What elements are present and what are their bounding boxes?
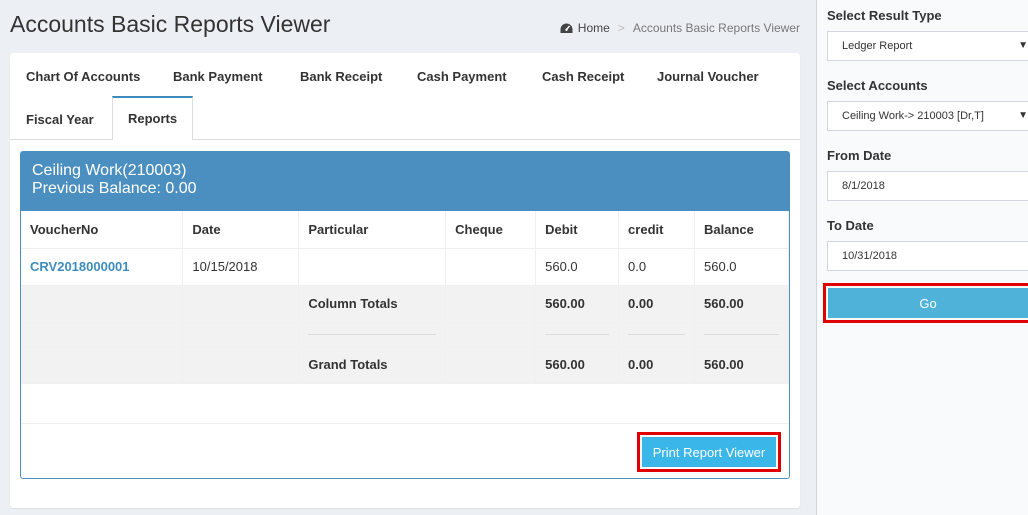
- column-totals-balance: 560.00: [694, 285, 789, 323]
- grand-totals-row: Grand Totals 560.00 0.00 560.00: [21, 346, 789, 384]
- credit-cell: 0.0: [618, 248, 695, 286]
- cheque-cell: [445, 248, 537, 286]
- breadcrumb-current: Accounts Basic Reports Viewer: [632, 21, 800, 35]
- page-title: Accounts Basic Reports Viewer: [10, 11, 331, 37]
- debit-cell: 560.0: [535, 248, 620, 286]
- tab-bank-receipt[interactable]: Bank Receipt: [285, 55, 397, 98]
- column-header: VoucherNo: [21, 211, 184, 249]
- column-totals-debit: 560.00: [535, 285, 620, 323]
- sidebar: Select Result Type Ledger Report ▼ Selec…: [816, 0, 1028, 515]
- tab-fiscal-year[interactable]: Fiscal Year: [11, 98, 109, 141]
- date-cell: 10/15/2018: [182, 248, 300, 286]
- accounts-select[interactable]: Ceiling Work-> 210003 [Dr,T] ▼: [827, 101, 1028, 131]
- column-header: Particular: [298, 211, 447, 249]
- report-panel: Ceiling Work(210003) Previous Balance: 0…: [20, 151, 790, 479]
- table-row: CRV2018000001 10/15/2018 560.0 0.0 560.0: [21, 248, 789, 286]
- breadcrumb-home[interactable]: Home: [560, 21, 610, 35]
- empty-row: [21, 383, 789, 424]
- grand-totals-label: Grand Totals: [298, 346, 447, 384]
- grand-totals-debit: 560.00: [535, 346, 620, 384]
- totals-divider-row: [21, 322, 789, 347]
- column-totals-label: Column Totals: [298, 285, 447, 323]
- breadcrumb: Home > Accounts Basic Reports Viewer: [560, 21, 800, 35]
- breadcrumb-home-label: Home: [577, 21, 610, 35]
- tab-chart-of-accounts[interactable]: Chart Of Accounts: [11, 55, 155, 98]
- breadcrumb-separator: >: [617, 21, 625, 35]
- from-date-input[interactable]: 8/1/2018: [827, 171, 1028, 201]
- tab-reports[interactable]: Reports: [112, 96, 194, 140]
- column-header: Cheque: [445, 211, 537, 249]
- tab-cash-payment[interactable]: Cash Payment: [402, 55, 522, 98]
- previous-balance: Previous Balance: 0.00: [32, 180, 197, 197]
- column-header: credit: [618, 211, 695, 249]
- tab-cash-receipt[interactable]: Cash Receipt: [527, 55, 639, 98]
- to-date-label: To Date: [827, 218, 874, 233]
- go-button-highlight: Go: [823, 283, 1028, 323]
- to-date-input[interactable]: 10/31/2018: [827, 241, 1028, 271]
- grand-totals-balance: 560.00: [694, 346, 789, 384]
- tab-bank-payment[interactable]: Bank Payment: [158, 55, 278, 98]
- table-header-row: VoucherNo Date Particular Cheque Debit c…: [21, 211, 789, 249]
- ledger-table: VoucherNo Date Particular Cheque Debit c…: [21, 211, 789, 384]
- particular-cell: [298, 248, 447, 286]
- tab-bar: Chart Of Accounts Bank Payment Bank Rece…: [10, 53, 800, 140]
- voucher-cell[interactable]: CRV2018000001: [21, 248, 184, 286]
- from-date-label: From Date: [827, 148, 892, 163]
- grand-totals-credit: 0.00: [618, 346, 695, 384]
- column-totals-credit: 0.00: [618, 285, 695, 323]
- balance-cell: 560.0: [694, 248, 789, 286]
- column-totals-row: Column Totals 560.00 0.00 560.00: [21, 285, 789, 323]
- account-title: Ceiling Work(210003): [32, 162, 187, 179]
- result-type-select[interactable]: Ledger Report ▼: [827, 31, 1028, 61]
- print-report-button[interactable]: Print Report Viewer: [642, 437, 776, 467]
- result-type-label: Select Result Type: [827, 8, 942, 23]
- chevron-down-icon: ▼: [1018, 40, 1028, 51]
- accounts-label: Select Accounts: [827, 78, 928, 93]
- dashboard-icon: [560, 23, 573, 33]
- chevron-down-icon: ▼: [1018, 110, 1028, 121]
- accounts-value: Ceiling Work-> 210003 [Dr,T]: [842, 110, 984, 122]
- go-button[interactable]: Go: [828, 288, 1028, 318]
- voucher-link[interactable]: CRV2018000001: [30, 259, 130, 274]
- column-header: Balance: [694, 211, 789, 249]
- main-card: Chart Of Accounts Bank Payment Bank Rece…: [10, 53, 800, 508]
- tab-journal-voucher[interactable]: Journal Voucher: [642, 55, 774, 98]
- print-button-highlight: Print Report Viewer: [637, 432, 781, 472]
- column-header: Date: [182, 211, 300, 249]
- report-header: Ceiling Work(210003) Previous Balance: 0…: [21, 152, 789, 211]
- column-header: Debit: [535, 211, 620, 249]
- result-type-value: Ledger Report: [842, 40, 913, 52]
